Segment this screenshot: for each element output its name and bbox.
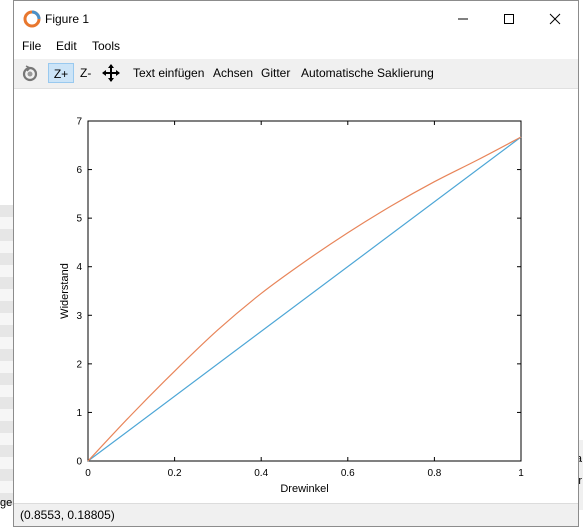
minimize-icon (458, 18, 468, 20)
y-tick-label: 1 (76, 408, 82, 419)
x-axis-label: Drewinkel (280, 483, 328, 495)
plot-canvas[interactable]: 0 0.2 0.4 0.6 0.8 1 0 1 2 3 4 5 6 7 Drewinkel Widerstan… (14, 89, 578, 507)
grid-button[interactable]: Gitter (258, 63, 293, 83)
maximize-icon (504, 14, 514, 24)
background-text-fragment: ge (0, 497, 13, 509)
background-window-strip (0, 205, 14, 505)
axes-button[interactable]: Achsen (210, 63, 256, 83)
y-tick-label: 2 (76, 359, 82, 370)
y-tick-label: 6 (76, 165, 82, 176)
maximize-button[interactable] (486, 1, 532, 37)
y-tick-label: 0 (76, 457, 82, 468)
y-tick-label: 5 (76, 214, 82, 225)
autoscale-button[interactable]: Automatische Saklierung (298, 63, 437, 83)
zoom-out-button[interactable]: Z- (77, 63, 94, 83)
rotate-button[interactable] (20, 63, 42, 83)
y-tick-label: 4 (76, 262, 82, 273)
menu-file[interactable]: File (22, 39, 41, 53)
y-tick-label: 7 (76, 117, 82, 128)
cursor-coordinates: (0.8553, 0.18805) (20, 508, 115, 522)
toolbar: Z+ Z- Text einfügen Achsen Gitter Automa… (14, 59, 578, 89)
pan-icon (102, 64, 120, 82)
x-tick-label: 0.4 (254, 468, 268, 479)
x-tick-label: 0 (85, 468, 91, 479)
minimize-button[interactable] (440, 1, 486, 37)
close-icon (549, 13, 561, 25)
menu-bar: File Edit Tools (14, 37, 578, 57)
rotate-icon (22, 65, 38, 82)
x-tick-label: 0.6 (341, 468, 355, 479)
axes-box (87, 120, 522, 462)
window-title: Figure 1 (45, 12, 90, 26)
figure-window: Figure 1 File Edit Tools Z+ Z- Text einf… (13, 0, 579, 527)
x-tick-label: 1 (518, 468, 524, 479)
close-button[interactable] (532, 1, 578, 37)
x-tick-label: 0.2 (168, 468, 182, 479)
pan-button[interactable] (101, 63, 121, 83)
zoom-in-button[interactable]: Z+ (48, 63, 74, 83)
menu-tools[interactable]: Tools (92, 39, 120, 53)
title-bar[interactable]: Figure 1 (14, 1, 578, 37)
menu-edit[interactable]: Edit (56, 39, 77, 53)
octave-app-icon (23, 10, 41, 28)
y-tick-label: 3 (76, 311, 82, 322)
insert-text-button[interactable]: Text einfügen (130, 63, 207, 83)
x-tick-label: 0.8 (427, 468, 441, 479)
y-axis-label: Widerstand (59, 263, 71, 319)
status-bar: (0.8553, 0.18805) (14, 503, 578, 526)
